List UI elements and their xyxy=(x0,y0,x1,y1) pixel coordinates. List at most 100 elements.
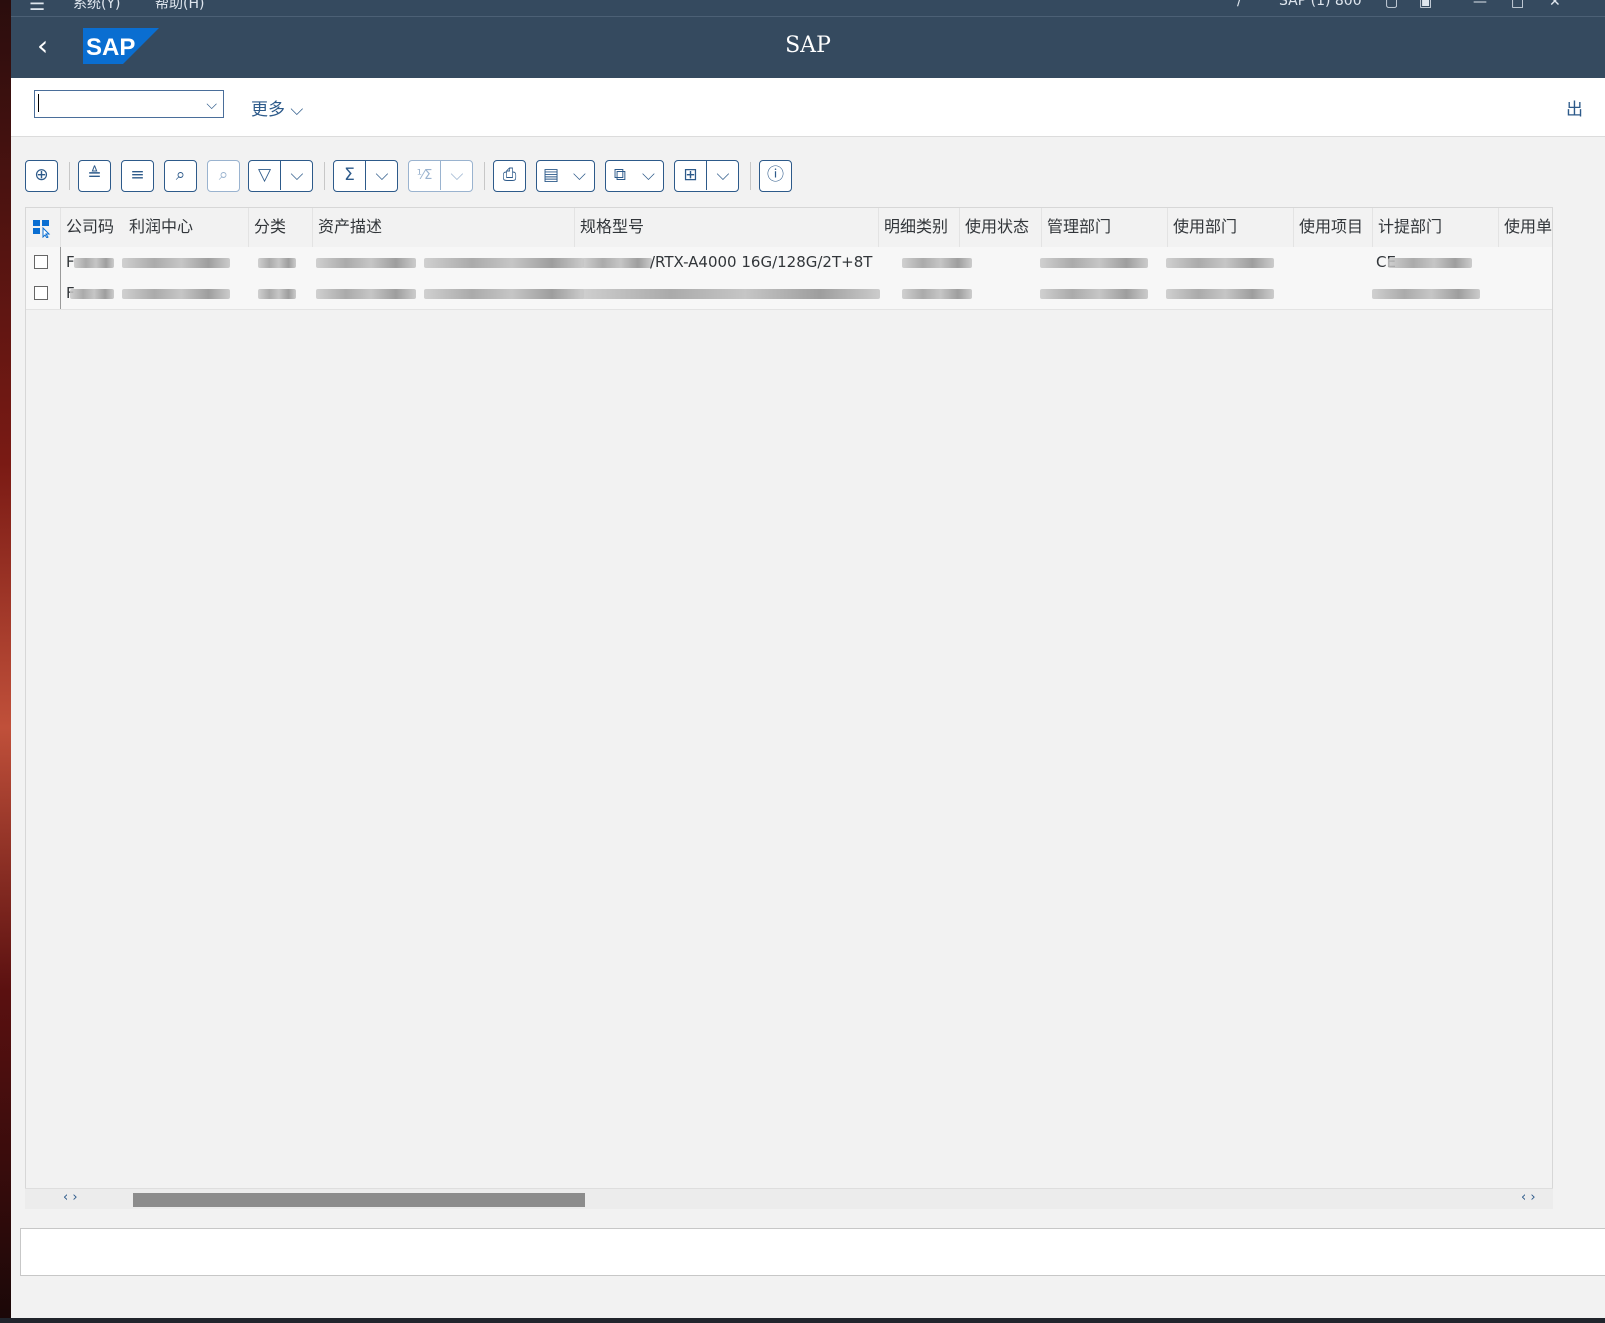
redacted-cell xyxy=(1372,289,1480,299)
redacted-cell xyxy=(1166,258,1274,268)
info-icon: ⓘ xyxy=(767,165,784,185)
row-checkbox[interactable] xyxy=(34,255,48,269)
menu-bar: ☰ 系统(Y) 帮助(H) / SAP (1) 800 ▢ ▣ — □ ✕ xyxy=(11,0,1605,17)
cell-spec-model: /RTX-A4000 16G/128G/2T+8T xyxy=(650,253,873,271)
details-button[interactable]: ⊕ xyxy=(25,160,58,192)
export-icon: ⧉ xyxy=(613,165,627,185)
more-button[interactable]: 更多 ⌵ xyxy=(251,95,303,120)
redacted-cell xyxy=(1040,258,1148,268)
find-icon: ⌕ xyxy=(175,165,186,185)
toolbar-separator xyxy=(69,162,70,190)
separator-slash: / xyxy=(1237,0,1242,9)
col-spec-model[interactable]: 规格型号 xyxy=(574,208,878,247)
more-label: 更多 xyxy=(251,100,285,120)
chevron-down-icon[interactable]: ⌵ xyxy=(280,161,313,190)
redacted-cell xyxy=(424,289,584,299)
redacted-cell xyxy=(902,258,972,268)
title-bar: ☰ 系统(Y) 帮助(H) / SAP (1) 800 ▢ ▣ — □ ✕ ‹ … xyxy=(11,0,1605,78)
find-button[interactable]: ⌕ xyxy=(164,160,197,192)
filter-icon: ▽ xyxy=(257,165,272,185)
scrollbar-thumb[interactable] xyxy=(133,1193,585,1207)
chevron-down-icon[interactable]: ⌵ xyxy=(634,161,663,190)
sum-icon: Σ xyxy=(344,165,355,185)
command-field[interactable]: ⌵ xyxy=(34,90,224,118)
redacted-cell xyxy=(1040,289,1148,299)
redacted-cell xyxy=(316,289,416,299)
sort-descending-button[interactable]: ≡ xyxy=(121,160,154,192)
scroll-left-right-arrows-icon[interactable]: ‹ › xyxy=(63,1190,78,1205)
exit-button[interactable]: 出 xyxy=(1566,95,1583,120)
sort-desc-icon: ≡ xyxy=(130,165,145,185)
col-category[interactable]: 分类 xyxy=(248,208,312,247)
session-info: SAP (1) 800 xyxy=(1279,0,1362,9)
row-checkbox[interactable] xyxy=(34,286,48,300)
layout-button[interactable]: ⊞ ⌵ xyxy=(674,160,739,192)
alv-grid: 公司码 利润中心 分类 资产描述 规格型号 明细类别 使用状态 管理部门 使用部… xyxy=(25,207,1553,1209)
os-taskbar-strip xyxy=(0,1318,1605,1323)
redacted-cell xyxy=(122,289,230,299)
sort-asc-icon: ≜ xyxy=(87,165,102,185)
command-bar: ⌵ 更多 ⌵ 出 xyxy=(11,78,1605,137)
redacted-cell xyxy=(1388,258,1472,268)
print-button[interactable]: ⎙ xyxy=(493,160,526,192)
layout-icon: ⊞ xyxy=(683,165,698,185)
col-company-code[interactable]: 公司码 xyxy=(60,208,124,247)
col-using-dept[interactable]: 使用部门 xyxy=(1167,208,1293,247)
create-session-icon[interactable]: ▢ xyxy=(1385,0,1398,10)
desktop-background xyxy=(0,0,11,1323)
col-usage-project[interactable]: 使用项目 xyxy=(1293,208,1372,247)
table-row[interactable]: F /RTX-A4000 16G/128G/2T+8T CE xyxy=(26,247,1552,279)
col-asset-description[interactable]: 资产描述 xyxy=(312,208,574,247)
view-icon: ▤ xyxy=(542,165,560,185)
find-next-icon: ⌕ xyxy=(218,165,229,185)
minimize-icon[interactable]: — xyxy=(1473,0,1487,10)
status-bar xyxy=(20,1228,1605,1276)
menu-system[interactable]: 系统(Y) xyxy=(73,0,120,13)
details-icon: ⊕ xyxy=(34,165,49,185)
redacted-cell xyxy=(580,289,880,299)
col-accrual-dept[interactable]: 计提部门 xyxy=(1372,208,1498,247)
chevron-down-icon[interactable]: ⌵ xyxy=(440,161,473,190)
chevron-down-icon[interactable]: ⌵ xyxy=(365,161,398,190)
redacted-cell xyxy=(316,258,416,268)
row-divider xyxy=(60,278,61,309)
maximize-icon[interactable]: □ xyxy=(1511,0,1524,10)
export-button[interactable]: ⧉ ⌵ xyxy=(605,160,664,192)
close-icon[interactable]: ✕ xyxy=(1549,0,1561,10)
toolbar-separator xyxy=(750,162,751,190)
scroll-left-right-arrows-icon[interactable]: ‹ › xyxy=(1521,1190,1536,1205)
info-button[interactable]: ⓘ xyxy=(759,160,792,192)
select-all-icon[interactable] xyxy=(32,218,52,238)
redacted-cell xyxy=(424,258,584,268)
toolbar-separator xyxy=(484,162,485,190)
view-button[interactable]: ▤ ⌵ xyxy=(536,160,595,192)
subtotal-icon: ⅟Σ xyxy=(416,168,433,183)
menu-help[interactable]: 帮助(H) xyxy=(155,0,204,13)
text-caret xyxy=(38,94,39,112)
redacted-cell xyxy=(582,258,652,268)
hamburger-menu-icon[interactable]: ☰ xyxy=(29,0,45,14)
grid-header: 公司码 利润中心 分类 资产描述 规格型号 明细类别 使用状态 管理部门 使用部… xyxy=(26,208,1552,248)
sort-ascending-button[interactable]: ≜ xyxy=(78,160,111,192)
print-icon: ⎙ xyxy=(502,165,517,185)
col-profit-center[interactable]: 利润中心 xyxy=(124,208,248,247)
table-row[interactable]: F xyxy=(26,278,1552,310)
redacted-cell xyxy=(258,258,296,268)
chevron-down-icon[interactable]: ⌵ xyxy=(206,97,217,113)
window-title: SAP xyxy=(785,33,831,58)
col-managing-dept[interactable]: 管理部门 xyxy=(1041,208,1167,247)
chevron-down-icon[interactable]: ⌵ xyxy=(565,161,594,190)
redacted-cell xyxy=(74,258,114,268)
col-detail-category[interactable]: 明细类别 xyxy=(878,208,959,247)
row-divider xyxy=(60,247,61,278)
sum-button[interactable]: Σ ⌵ xyxy=(333,160,398,192)
chevron-down-icon[interactable]: ⌵ xyxy=(706,161,739,190)
customize-icon[interactable]: ▣ xyxy=(1419,0,1432,10)
redacted-cell xyxy=(70,289,114,299)
subtotal-button[interactable]: ⅟Σ ⌵ xyxy=(408,160,473,192)
col-usage-status[interactable]: 使用状态 xyxy=(959,208,1041,247)
horizontal-scrollbar[interactable]: ‹ › ‹ › xyxy=(25,1188,1553,1209)
filter-button[interactable]: ▽ ⌵ xyxy=(248,160,313,192)
col-usage-unit[interactable]: 使用单 xyxy=(1498,208,1552,247)
find-next-button[interactable]: ⌕ xyxy=(207,160,240,192)
